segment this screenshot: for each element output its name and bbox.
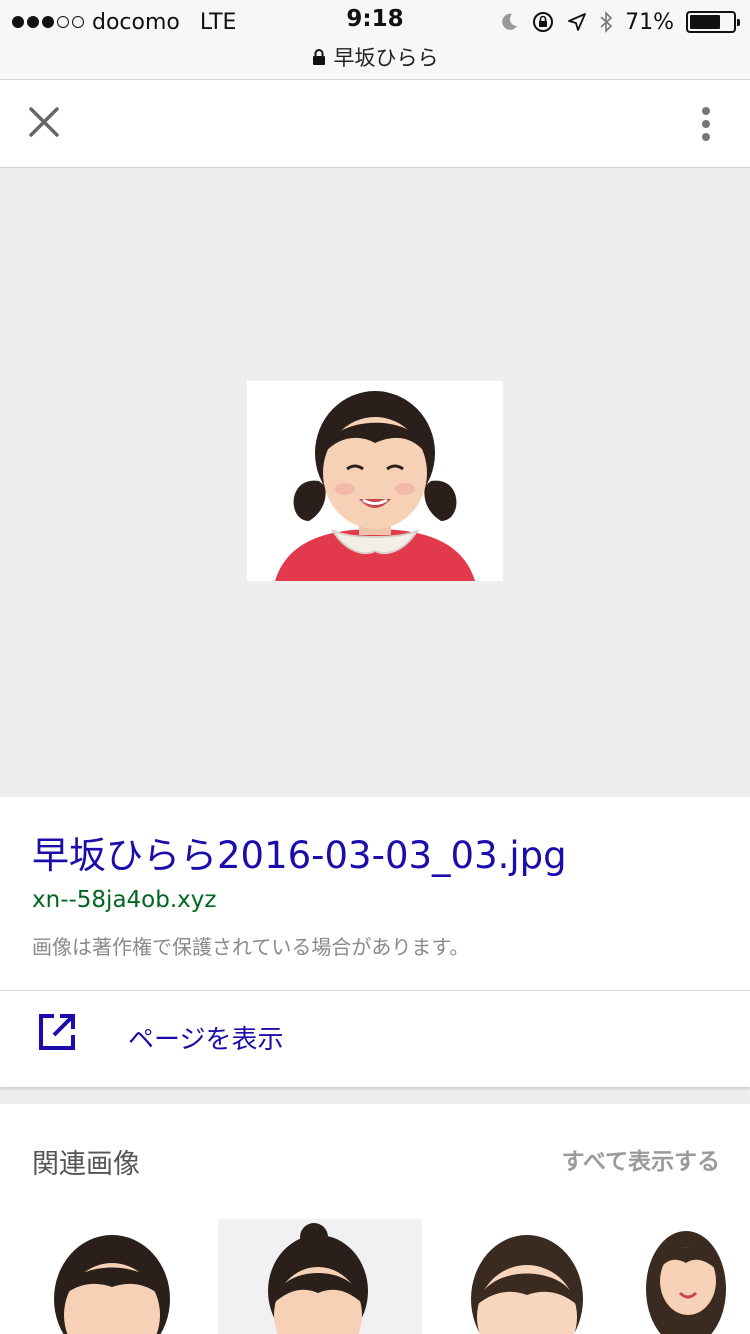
more-vert-icon [702,107,710,141]
image-viewer-toolbar [0,80,750,168]
visit-page-button[interactable]: ページを表示 [0,991,750,1087]
status-bar: docomo LTE 9:18 71% 早坂ひらら [0,0,750,80]
lock-icon [312,49,325,65]
child-portrait-thumbnail [636,1219,750,1334]
related-images-card: 関連画像 すべて表示する [0,1104,750,1334]
image-title-link[interactable]: 早坂ひらら2016-03-03_03.jpg [32,825,567,879]
battery-percent: 71% [625,9,674,35]
rotation-lock-icon [533,12,554,32]
related-image-thumbnail[interactable] [636,1219,750,1334]
battery-level [690,15,720,29]
image-source-domain: xn--58ja4ob.xyz [32,887,217,913]
battery-icon [686,11,740,33]
image-preview-area [0,169,750,796]
related-images-title: 関連画像 [32,1149,140,1180]
open-in-new-icon [39,1014,75,1050]
image-info-card: 早坂ひらら2016-03-03_03.jpg xn--58ja4ob.xyz 画… [0,797,750,1087]
status-icons: 71% [499,8,740,36]
related-image-thumbnail[interactable] [30,1219,195,1334]
child-portrait-image [247,381,503,581]
url-bar[interactable]: 早坂ひらら [0,42,750,72]
screen: docomo LTE 9:18 71% 早坂ひらら 早坂ひらら2016-03-0… [0,0,750,1334]
view-all-button[interactable]: すべて表示する [562,1142,720,1176]
related-image-thumbnail[interactable] [218,1219,422,1334]
bluetooth-icon [600,11,613,33]
page-title: 早坂ひらら [333,46,439,70]
child-portrait-thumbnail [30,1219,195,1334]
more-options-button[interactable] [690,102,722,146]
copyright-notice: 画像は著作権で保護されている場合があります。 [32,935,470,959]
moon-icon [502,13,518,30]
close-icon [29,107,59,137]
close-button[interactable] [26,104,62,140]
related-image-thumbnail[interactable] [445,1219,610,1334]
preview-image[interactable] [247,381,503,581]
visit-page-label: ページを表示 [128,1025,284,1055]
child-portrait-thumbnail [218,1219,422,1334]
child-portrait-thumbnail [445,1219,610,1334]
location-icon [568,13,586,31]
